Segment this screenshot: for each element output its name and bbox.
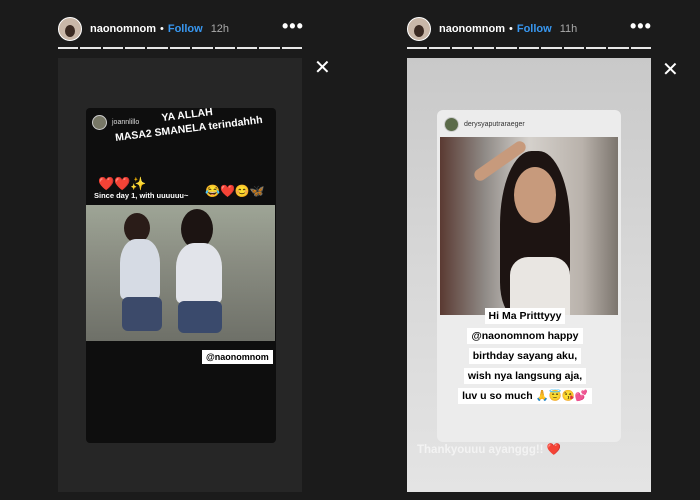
caption-line: Hi Ma Pritttyyy [484, 308, 566, 324]
progress-segment [236, 47, 258, 49]
separator-dot: • [160, 23, 164, 35]
username[interactable]: naonomnom [90, 23, 156, 35]
progress-segment [192, 47, 213, 49]
progress-segment [214, 47, 235, 49]
reply-text: Thankyouuu ayanggg!! ❤️ [417, 444, 562, 456]
progress-segment [518, 47, 540, 49]
follow-button[interactable]: Follow [168, 23, 203, 35]
username[interactable]: naonomnom [439, 23, 505, 35]
progress-segment [585, 47, 607, 49]
progress-segment [125, 47, 146, 49]
close-icon[interactable]: ✕ [662, 60, 679, 80]
progress-segment [541, 47, 562, 49]
progress-segment [58, 47, 79, 49]
close-icon[interactable]: ✕ [314, 58, 331, 78]
since-text: Since day 1, with uuuuuu~ [94, 191, 189, 200]
shared-story-user: derysyaputraraeger [444, 117, 525, 132]
progress-segment [80, 47, 101, 49]
story-progress-bar [407, 47, 651, 49]
caption-line: luv u so much 🙏😇😘💕 [458, 388, 592, 404]
story-frame-left[interactable]: joannlillo YA ALLAH MASA2 SMANELA terind… [58, 58, 302, 492]
avatar[interactable] [58, 17, 82, 41]
emoji-sticker-left: ❤️❤️✨ [98, 176, 147, 191]
caption-sticker: Hi Ma Pritttyyy @naonomnom happy birthday … [443, 306, 607, 406]
progress-segment [429, 47, 450, 49]
progress-segment [474, 47, 495, 49]
progress-segment [102, 47, 124, 49]
avatar [444, 117, 459, 132]
story-photo [440, 137, 618, 315]
timestamp: 11h [559, 23, 578, 35]
follow-button[interactable]: Follow [517, 23, 552, 35]
separator-dot: • [509, 23, 513, 35]
left-story-header: naonomnom • Follow 12h [58, 16, 229, 42]
story-frame-right[interactable]: derysyaputraraeger Hi Ma Pritttyyy @naono… [407, 58, 651, 492]
emoji-sticker-right: 😂❤️😊🦋 [205, 184, 265, 198]
story-photo [86, 205, 275, 341]
more-options-icon[interactable]: ••• [630, 16, 652, 37]
caption-line: @naonomnom happy [467, 328, 583, 344]
caption-line: wish nya langsung aja, [463, 368, 587, 384]
progress-segment [407, 47, 428, 49]
mention-tag[interactable]: @naonomnom [202, 350, 273, 364]
progress-segment [563, 47, 584, 49]
right-story-header: naonomnom • Follow 11h [407, 16, 577, 42]
progress-segment [608, 47, 629, 49]
progress-segment [630, 47, 651, 49]
progress-segment [281, 47, 302, 49]
caption-line: birthday sayang aku, [468, 348, 582, 364]
more-options-icon[interactable]: ••• [282, 16, 304, 37]
progress-segment [496, 47, 517, 49]
progress-segment [169, 47, 191, 49]
timestamp: 12h [210, 23, 230, 35]
avatar[interactable] [407, 17, 431, 41]
progress-segment [451, 47, 473, 49]
story-progress-bar [58, 47, 302, 49]
progress-segment [259, 47, 280, 49]
shared-story-username: derysyaputraraeger [464, 121, 525, 128]
progress-segment [147, 47, 168, 49]
